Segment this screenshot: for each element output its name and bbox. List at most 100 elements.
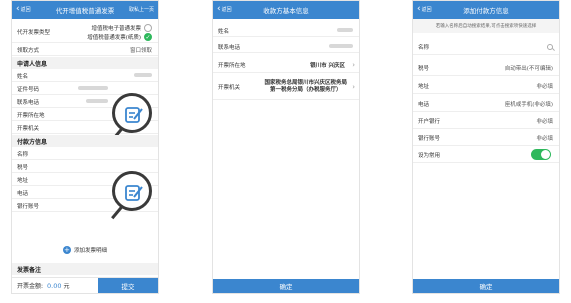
- field-label: 银行账号: [17, 203, 40, 210]
- payer-name-row[interactable]: 名称: [12, 148, 158, 160]
- payer-address-input[interactable]: 地址 非必填: [413, 78, 559, 94]
- edit-magnifier-icon[interactable]: [111, 171, 152, 220]
- value-redacted: [134, 72, 152, 79]
- chevron-left-icon: ‹: [417, 4, 421, 14]
- applicant-name-row: 姓名: [12, 70, 158, 82]
- field-label: 名称: [17, 151, 29, 158]
- chevron-right-icon: ›: [352, 82, 355, 91]
- field-label: 姓名: [17, 73, 29, 80]
- field-label: 联系电话: [218, 44, 241, 51]
- field-placeholder: 非必填: [536, 135, 553, 142]
- search-hint: 若输入名称后自动搜索结果,可点击搜索项快速选择: [413, 19, 559, 33]
- value-redacted: [78, 85, 108, 92]
- plus-icon: +: [62, 246, 71, 254]
- payee-phone-row: 联系电话: [213, 41, 359, 53]
- invoice-office-row[interactable]: 开票机关 国家税务总局银川市兴庆区税务局 第一税务分局（办税服务厅） ›: [213, 74, 359, 100]
- field-label: 联系电话: [17, 99, 40, 106]
- field-label: 税号: [418, 65, 430, 72]
- back-button[interactable]: ‹ 返回: [217, 4, 232, 14]
- office-line-1: 国家税务总局银川市兴庆区税务局: [264, 79, 347, 86]
- page-title: 代开增值税普通发票: [55, 7, 115, 15]
- applicant-section-title: 申请人信息: [12, 57, 158, 69]
- nav-bar: ‹ 返回 添加付款方信息: [413, 1, 559, 19]
- submit-button[interactable]: 提交: [98, 278, 158, 293]
- amount-unit: 元: [63, 283, 70, 290]
- payer-name-input[interactable]: 名称: [413, 39, 559, 55]
- nav-bar: ‹ 返回 收款方基本信息: [213, 1, 359, 19]
- office-line-2: 第一税务分局（办税服务厅）: [269, 86, 342, 93]
- payer-account-input[interactable]: 银行账号 非必填: [413, 130, 559, 146]
- chevron-left-icon: ‹: [16, 4, 20, 14]
- screen-payee-info: ‹ 返回 收款方基本信息 姓名 联系电话 开票所在地 银川市 兴庆区 › 开票机关…: [212, 0, 360, 294]
- set-common-row: 设为常用: [413, 147, 559, 163]
- office-value: 国家税务总局银川市兴庆区税务局 第一税务分局（办税服务厅）: [264, 80, 347, 94]
- pickup-value: 窗口领取: [129, 47, 152, 54]
- option-label: 增值税电子普通发票: [91, 26, 141, 32]
- payer-phone-input[interactable]: 电话 座机或手机(非必填): [413, 96, 559, 112]
- remark-section-title: 发票备注: [12, 263, 158, 275]
- field-placeholder: 自动带出(不可编辑): [504, 65, 553, 72]
- page-title: 添加付款方信息: [463, 7, 509, 15]
- nav-bar: ‹ 返回 代开增值税普通发票 取私上一页: [12, 1, 158, 19]
- payee-name-row: 姓名: [213, 25, 359, 37]
- back-label: 返回: [221, 6, 232, 13]
- field-placeholder: 非必填: [536, 83, 553, 90]
- amount-label: 开票金额:: [17, 283, 44, 290]
- value-redacted: [337, 27, 353, 34]
- field-label: 开票机关: [17, 125, 40, 132]
- invoice-location-row[interactable]: 开票所在地 银川市 兴庆区 ›: [213, 57, 359, 73]
- invoice-type-option-paper[interactable]: 增值税普通发票(纸质) ✓: [87, 33, 152, 41]
- add-detail-label: 添加发票明细: [73, 248, 107, 254]
- field-label: 开票所在地: [17, 112, 45, 119]
- field-label: 证件号码: [17, 86, 40, 93]
- chevron-left-icon: ‹: [217, 4, 221, 14]
- search-icon[interactable]: [547, 43, 553, 50]
- confirm-button[interactable]: 确定: [413, 279, 559, 293]
- back-button[interactable]: ‹ 返回: [417, 4, 432, 14]
- field-label: 开票机关: [218, 84, 241, 91]
- back-button[interactable]: ‹ 返回: [16, 4, 31, 14]
- field-label: 电话: [17, 190, 29, 197]
- invoice-type-label: 代开发票类型: [17, 29, 51, 36]
- option-label: 增值税普通发票(纸质): [87, 35, 141, 41]
- field-label: 姓名: [218, 28, 230, 35]
- radio-checked-icon: ✓: [144, 33, 152, 41]
- payer-bank-input[interactable]: 开户银行 非必填: [413, 113, 559, 129]
- edit-icon: [125, 185, 143, 201]
- radio-icon: [144, 24, 152, 32]
- edit-icon: [125, 107, 143, 123]
- back-label: 返回: [421, 6, 432, 13]
- field-label: 开户银行: [418, 118, 441, 125]
- payer-section-title: 付款方信息: [12, 135, 158, 147]
- page-title: 收款方基本信息: [263, 7, 309, 15]
- chevron-right-icon: ›: [352, 60, 355, 69]
- field-label: 名称: [418, 44, 430, 51]
- field-label: 电话: [418, 101, 430, 108]
- screen-add-payer: ‹ 返回 添加付款方信息 若输入名称后自动搜索结果,可点击搜索项快速选择 名称 税…: [412, 0, 560, 294]
- confirm-button[interactable]: 确定: [213, 279, 359, 293]
- add-invoice-detail-button[interactable]: + 添加发票明细: [12, 244, 158, 256]
- field-label: 银行账号: [418, 135, 441, 142]
- value-redacted: [329, 43, 353, 50]
- invoice-type-row: 代开发票类型 增值税电子普通发票 增值税普通发票(纸质) ✓: [12, 21, 158, 43]
- field-label: 地址: [418, 83, 430, 90]
- field-label: 税号: [17, 164, 29, 171]
- value-redacted: [86, 98, 108, 105]
- pickup-row[interactable]: 领取方式 窗口领取: [12, 44, 158, 56]
- bottom-bar: 开票金额: 0.00 元 提交: [12, 277, 158, 293]
- field-label: 设为常用: [418, 152, 441, 159]
- payer-taxid-input[interactable]: 税号 自动带出(不可编辑): [413, 60, 559, 76]
- screen-issue-invoice: ‹ 返回 代开增值税普通发票 取私上一页 代开发票类型 增值税电子普通发票 增值税…: [11, 0, 159, 294]
- field-label: 开票所在地: [218, 62, 246, 69]
- nav-right-link[interactable]: 取私上一页: [129, 6, 154, 13]
- edit-magnifier-icon[interactable]: [111, 93, 152, 142]
- pickup-label: 领取方式: [17, 47, 40, 54]
- back-label: 返回: [20, 6, 31, 13]
- amount-value: 0.00: [47, 281, 62, 290]
- set-common-toggle[interactable]: [531, 149, 551, 160]
- field-label: 地址: [17, 177, 29, 184]
- invoice-type-option-electronic[interactable]: 增值税电子普通发票: [91, 24, 152, 32]
- field-placeholder: 座机或手机(非必填): [504, 101, 553, 108]
- location-value: 银川市 兴庆区: [310, 62, 345, 69]
- field-placeholder: 非必填: [536, 118, 553, 125]
